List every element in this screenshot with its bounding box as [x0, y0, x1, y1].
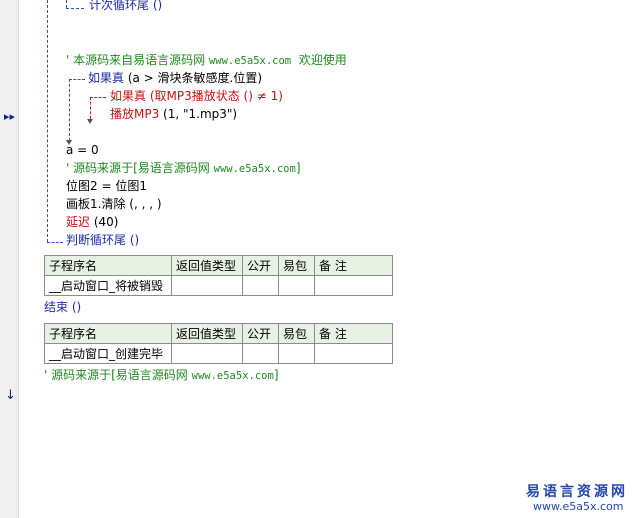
keyword-if: 如果真: [110, 89, 147, 103]
comment-url: www.e5a5x.com: [213, 163, 296, 175]
comment-text: 欢迎使用: [291, 53, 347, 67]
header-return-type: 返回值类型: [171, 323, 243, 344]
code-line-assign[interactable]: a = 0: [66, 142, 99, 158]
header-return-type: 返回值类型: [171, 255, 243, 276]
outer-loop-line: [47, 0, 48, 242]
comment-url: www.e5a5x.com: [191, 370, 274, 382]
procedure-table: 子程序名 返回值类型 公开 易包 备 注 __启动窗口_将被销毁: [44, 255, 393, 296]
header-proc-name: 子程序名: [44, 323, 172, 344]
command-args: (1, "1.mp3"): [159, 107, 238, 121]
command-name: 延迟: [66, 215, 91, 229]
code-line-end[interactable]: 结束 (): [44, 299, 81, 315]
if-flow-line: [69, 79, 70, 141]
proc-name-cell[interactable]: __启动窗口_将被销毁: [44, 275, 172, 296]
code-line-play-mp3[interactable]: 播放MP3 (1, "1.mp3"): [110, 106, 237, 122]
if-flow-line: [69, 79, 85, 80]
command-name: 播放MP3: [110, 107, 160, 121]
comment-text: ]: [273, 368, 279, 382]
code-line-if[interactable]: 如果真 (a > 滑块条敏感度.位置): [88, 70, 262, 86]
flow-line: [66, 0, 67, 8]
inner-if-flow-line: [90, 97, 91, 119]
table-row[interactable]: __启动窗口_将被销毁: [44, 275, 393, 296]
return-type-cell[interactable]: [171, 275, 243, 296]
flow-arrow-icon: [87, 119, 93, 124]
line-gutter[interactable]: [0, 0, 19, 518]
header-epkg: 易包: [278, 255, 315, 276]
comment-url: www.e5a5x.com: [208, 55, 292, 67]
remark-cell[interactable]: [314, 343, 393, 364]
code-line-loop-end[interactable]: 判断循环尾 (): [66, 232, 139, 248]
condition-text: (取MP3播放状态 () ≠ 1): [146, 89, 283, 103]
header-public: 公开: [242, 255, 279, 276]
watermark-url: www.e5a5x.com: [533, 500, 624, 513]
public-cell[interactable]: [242, 275, 279, 296]
procedure-table: 子程序名 返回值类型 公开 易包 备 注 __启动窗口_创建完毕: [44, 323, 393, 364]
header-epkg: 易包: [278, 323, 315, 344]
table-header-row: 子程序名 返回值类型 公开 易包 备 注: [44, 255, 393, 276]
code-line-delay[interactable]: 延迟 (40): [66, 214, 118, 230]
code-line-bitmap-assign[interactable]: 位图2 = 位图1: [66, 178, 147, 194]
code-line-comment[interactable]: ' 源码来源于[易语言源码网 www.e5a5x.com]: [44, 367, 279, 383]
comment-text: ' 源码来源于[易语言源码网: [44, 368, 192, 382]
down-arrow-icon: ↓: [5, 388, 16, 403]
code-line-comment[interactable]: ' 源码来源于[易语言源码网 www.e5a5x.com]: [66, 160, 301, 176]
epkg-cell[interactable]: [278, 275, 315, 296]
outer-loop-line: [47, 242, 63, 243]
code-line-comment[interactable]: ' 本源码来自易语言源码网 www.e5a5x.com 欢迎使用: [66, 52, 347, 68]
epkg-cell[interactable]: [278, 343, 315, 364]
remark-cell[interactable]: [314, 275, 393, 296]
comment-text: ' 本源码来自易语言源码网: [66, 53, 209, 67]
watermark-title: 易语言资源网: [526, 484, 628, 500]
header-remark: 备 注: [314, 323, 393, 344]
code-line-inner-if[interactable]: 如果真 (取MP3播放状态 () ≠ 1): [110, 88, 283, 104]
table-row[interactable]: __启动窗口_创建完毕: [44, 343, 393, 364]
table-header-row: 子程序名 返回值类型 公开 易包 备 注: [44, 323, 393, 344]
header-remark: 备 注: [314, 255, 393, 276]
current-line-marker-icon: ▸▸: [4, 110, 16, 123]
keyword-if: 如果真: [88, 71, 125, 85]
proc-name-cell[interactable]: __启动窗口_创建完毕: [44, 343, 172, 364]
code-line-loop-end[interactable]: 计次循环尾 (): [89, 0, 162, 13]
condition-text: (a > 滑块条敏感度.位置): [124, 71, 263, 85]
header-proc-name: 子程序名: [44, 255, 172, 276]
flow-line: [66, 8, 84, 9]
public-cell[interactable]: [242, 343, 279, 364]
comment-text: ]: [295, 161, 301, 175]
command-args: (40): [90, 215, 119, 229]
inner-if-flow-line: [90, 97, 106, 98]
comment-text: ' 源码来源于[易语言源码网: [66, 161, 214, 175]
code-line-canvas-clear[interactable]: 画板1.清除 (, , , ): [66, 196, 162, 212]
header-public: 公开: [242, 323, 279, 344]
return-type-cell[interactable]: [171, 343, 243, 364]
